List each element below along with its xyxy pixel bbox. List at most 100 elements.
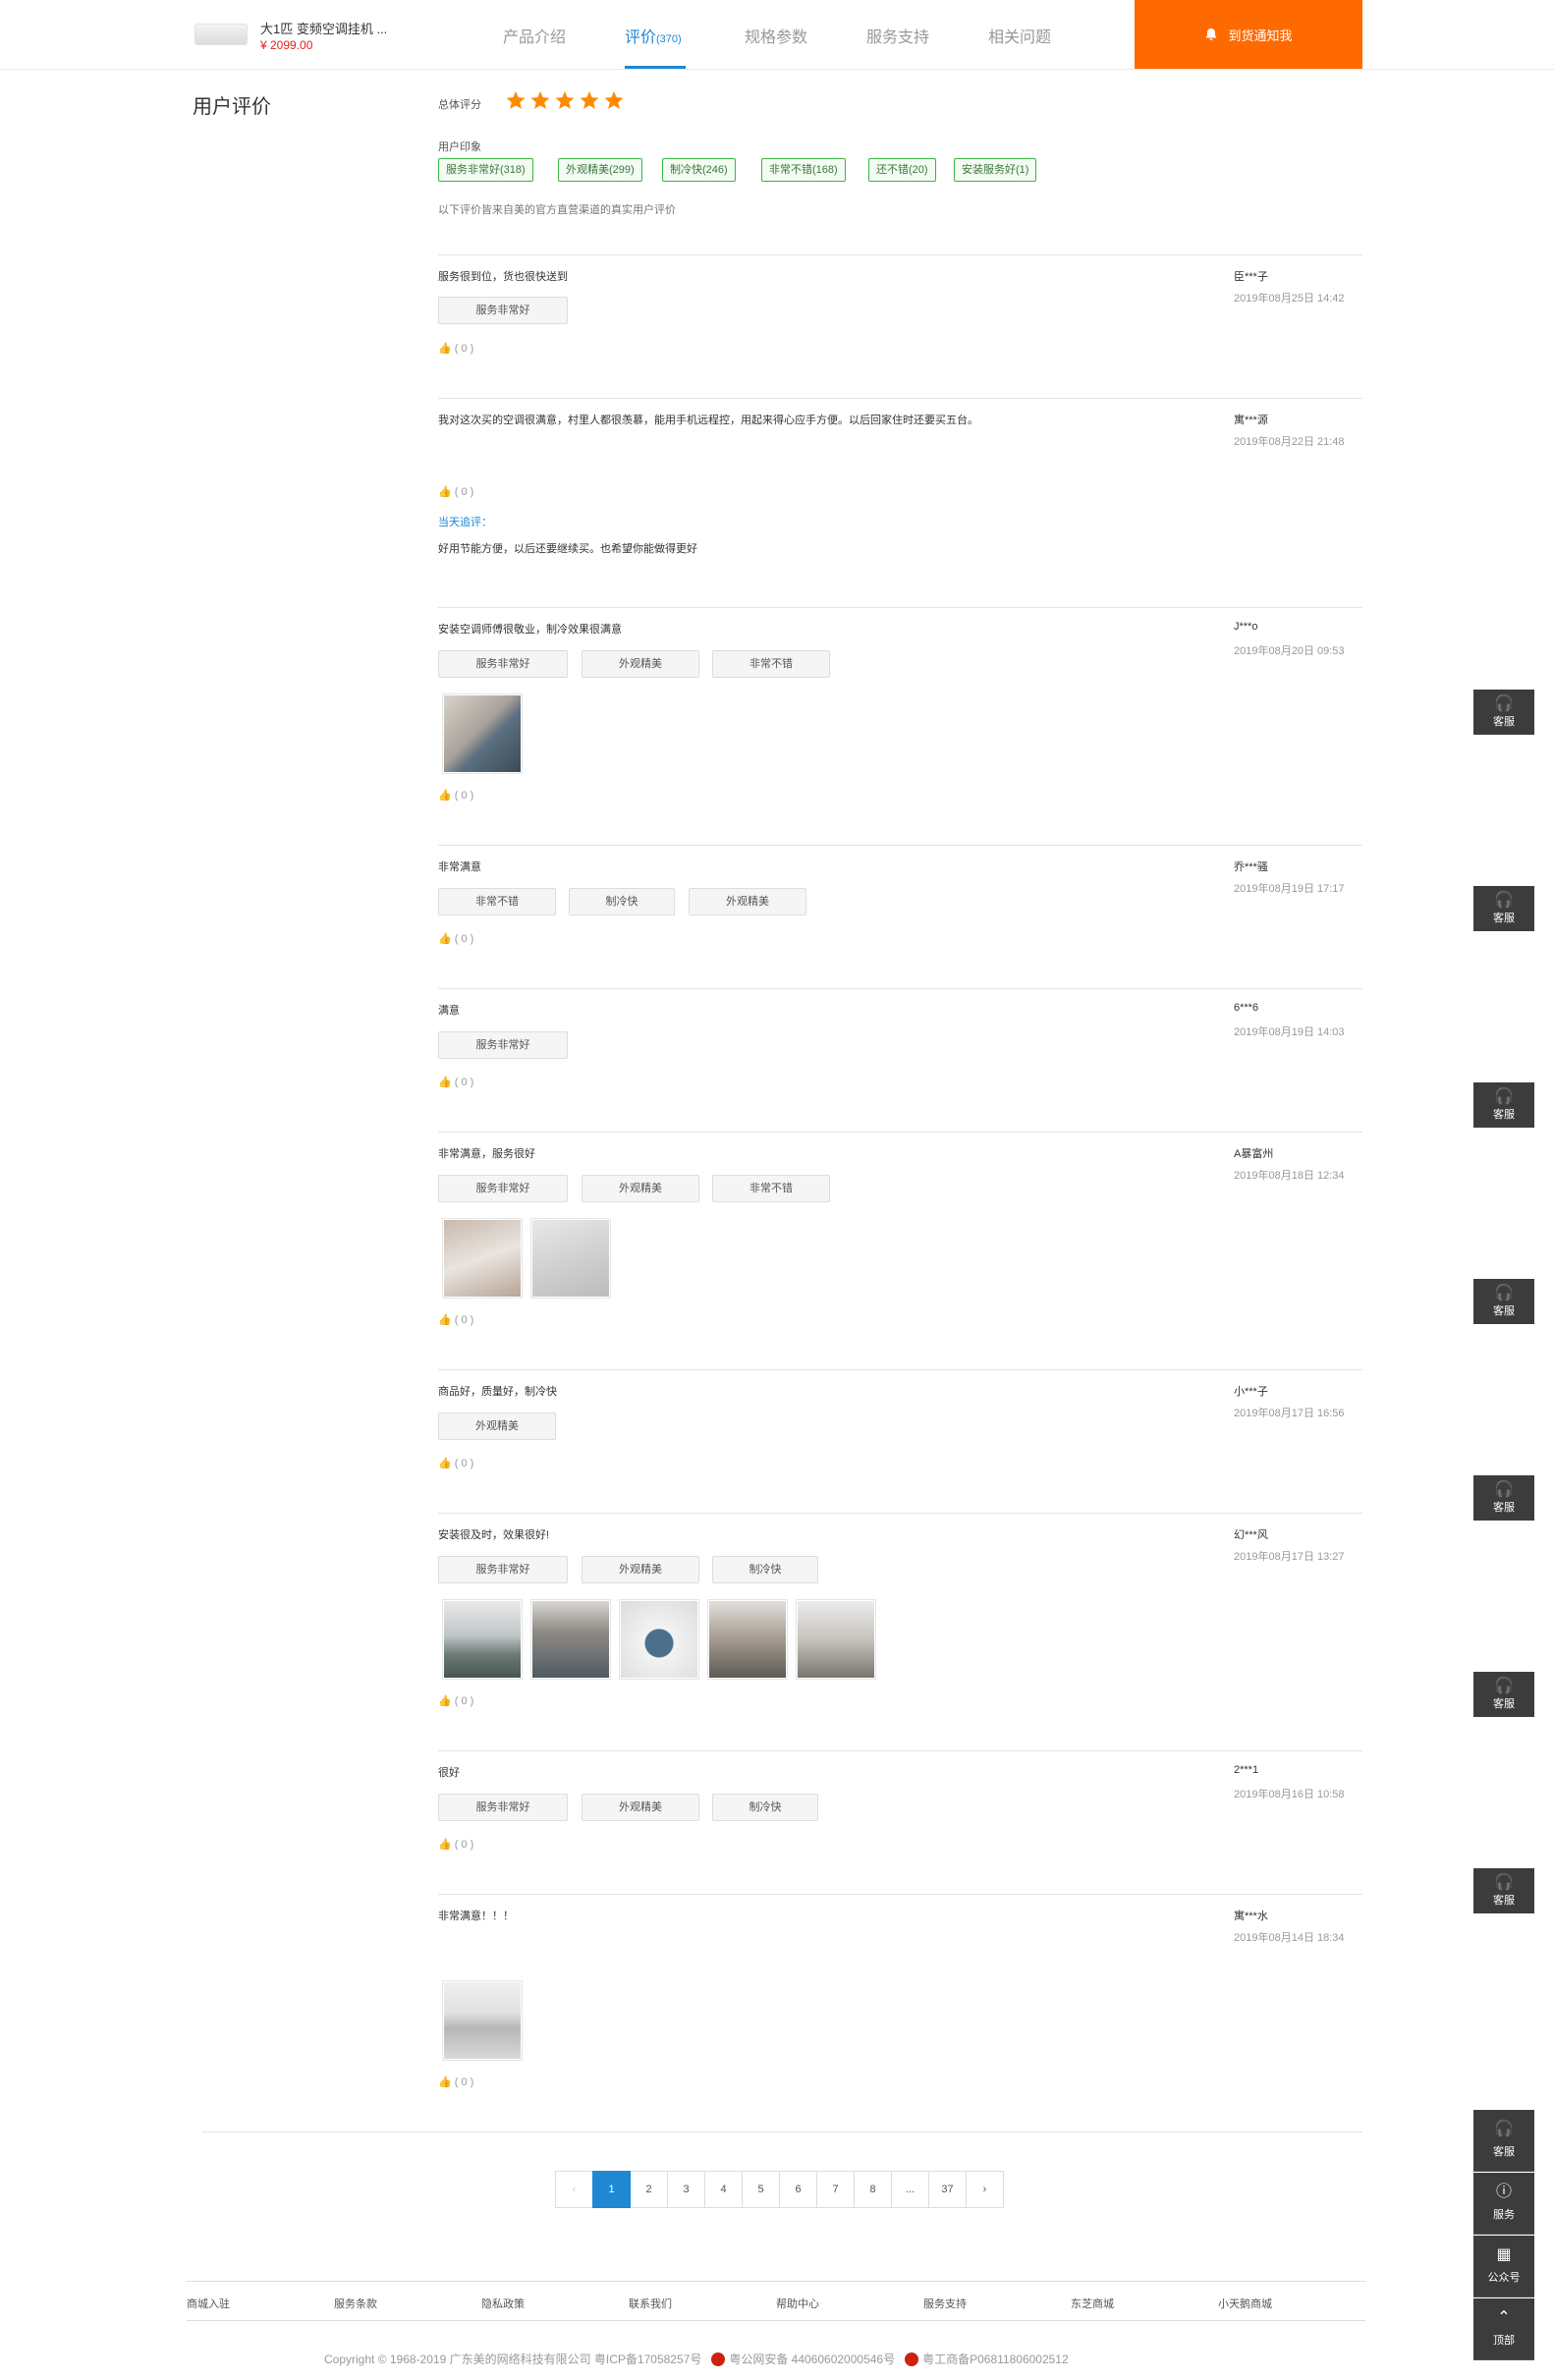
page-2-button[interactable]: 2 bbox=[630, 2171, 668, 2208]
review-text: 非常满意！！！ bbox=[438, 1910, 514, 1922]
prev-page-button[interactable]: ‹ bbox=[555, 2171, 593, 2208]
footer-link[interactable]: 隐私政策 bbox=[481, 2296, 525, 2311]
floating-kefu-button[interactable]: 🎧 客服 bbox=[1473, 690, 1534, 735]
impression-tag[interactable]: 安装服务好(1) bbox=[954, 158, 1037, 182]
overall-rating-label: 总体评分 bbox=[438, 99, 481, 111]
page-3-button[interactable]: 3 bbox=[667, 2171, 705, 2208]
review-tag: 服务非常好 bbox=[438, 1556, 568, 1583]
footer-divider bbox=[187, 2281, 1365, 2282]
tab-product-intro[interactable]: 产品介绍 bbox=[503, 24, 566, 47]
page-4-button[interactable]: 4 bbox=[704, 2171, 743, 2208]
review-photo[interactable] bbox=[442, 693, 523, 774]
next-page-button[interactable]: › bbox=[966, 2171, 1004, 2208]
side-service-button[interactable]: ⓘ 服务 bbox=[1473, 2173, 1534, 2235]
review-tag: 外观精美 bbox=[582, 1175, 699, 1202]
review-text: 安装空调师傅很敬业，制冷效果很满意 bbox=[438, 624, 622, 636]
review-photo[interactable] bbox=[442, 1599, 523, 1680]
review-photo[interactable] bbox=[530, 1218, 611, 1299]
footer-link[interactable]: 商城入驻 bbox=[187, 2296, 230, 2311]
like-button[interactable]: 👍 ( 0 ) bbox=[438, 932, 473, 945]
impression-tag[interactable]: 制冷快(246) bbox=[662, 158, 736, 182]
headset-icon: 🎧 bbox=[1494, 1481, 1514, 1498]
floating-kefu-button[interactable]: 🎧 客服 bbox=[1473, 1279, 1534, 1324]
chevron-right-icon: › bbox=[982, 2184, 987, 2195]
headset-icon: 🎧 bbox=[1494, 1285, 1514, 1301]
like-count: ( 0 ) bbox=[454, 1077, 474, 1088]
like-button[interactable]: 👍 ( 0 ) bbox=[438, 1838, 473, 1851]
like-button[interactable]: 👍 ( 0 ) bbox=[438, 1694, 473, 1707]
back-to-top-button[interactable]: ⌃ 顶部 bbox=[1473, 2298, 1534, 2360]
floating-kefu-button[interactable]: 🎧 客服 bbox=[1473, 1475, 1534, 1521]
page-7-button[interactable]: 7 bbox=[816, 2171, 855, 2208]
bell-icon bbox=[1205, 28, 1217, 40]
business-record[interactable]: 粤工商备P06811806002512 bbox=[922, 2352, 1069, 2366]
like-button[interactable]: 👍 ( 0 ) bbox=[438, 789, 473, 802]
review-photo[interactable] bbox=[442, 1218, 523, 1299]
side-label: 服务 bbox=[1493, 2209, 1515, 2221]
police-badge-icon bbox=[711, 2352, 726, 2366]
review-photo[interactable] bbox=[530, 1599, 611, 1680]
floating-kefu-button[interactable]: 🎧 客服 bbox=[1473, 1868, 1534, 1913]
thumbs-up-icon: 👍 bbox=[438, 1695, 452, 1707]
divider bbox=[438, 398, 1362, 399]
tab-specs[interactable]: 规格参数 bbox=[745, 24, 807, 47]
product-name[interactable]: 大1匹 变频空调挂机 ... bbox=[260, 19, 387, 37]
like-button[interactable]: 👍 ( 0 ) bbox=[438, 485, 473, 498]
page-6-button[interactable]: 6 bbox=[779, 2171, 817, 2208]
review-time: 2019年08月14日 18:34 bbox=[1234, 1932, 1345, 1944]
impression-tag[interactable]: 非常不错(168) bbox=[761, 158, 846, 182]
footer-link[interactable]: 服务条款 bbox=[334, 2296, 377, 2311]
tab-related-questions[interactable]: 相关问题 bbox=[988, 24, 1051, 47]
review-tag: 服务非常好 bbox=[438, 650, 568, 678]
notify-when-available-button[interactable]: 到货通知我 bbox=[1135, 0, 1362, 69]
tab-service-support[interactable]: 服务支持 bbox=[866, 24, 929, 47]
like-button[interactable]: 👍 ( 0 ) bbox=[438, 1076, 473, 1088]
footer-link[interactable]: 东芝商城 bbox=[1071, 2296, 1114, 2311]
tab-label: 服务支持 bbox=[866, 29, 930, 46]
floating-kefu-button[interactable]: 🎧 客服 bbox=[1473, 886, 1534, 931]
side-wechat-button[interactable]: ▦ 公众号 bbox=[1473, 2236, 1534, 2297]
police-record[interactable]: 粤公网安备 44060602000546号 bbox=[729, 2352, 895, 2366]
review-username: 6***6 bbox=[1234, 1002, 1259, 1014]
like-button[interactable]: 👍 ( 0 ) bbox=[438, 2076, 473, 2088]
page-5-button[interactable]: 5 bbox=[742, 2171, 780, 2208]
footer-link[interactable]: 帮助中心 bbox=[776, 2296, 819, 2311]
review-text: 满意 bbox=[438, 1005, 460, 1017]
kefu-label: 客服 bbox=[1493, 1698, 1515, 1710]
copyright: Copyright © 1968-2019 广东美的网络科技有限公司 粤ICP备… bbox=[324, 2351, 1069, 2367]
like-button[interactable]: 👍 ( 0 ) bbox=[438, 1313, 473, 1326]
review-photo[interactable] bbox=[707, 1599, 788, 1680]
headset-icon: 🎧 bbox=[1494, 892, 1514, 909]
tab-reviews[interactable]: 评价(370) bbox=[625, 24, 682, 47]
floating-kefu-button[interactable]: 🎧 客服 bbox=[1473, 1672, 1534, 1717]
footer-link[interactable]: 小天鹅商城 bbox=[1218, 2296, 1272, 2311]
chevron-up-icon: ⌃ bbox=[1497, 2309, 1511, 2326]
page-1-button[interactable]: 1 bbox=[592, 2171, 631, 2208]
footer-link[interactable]: 服务支持 bbox=[923, 2296, 967, 2311]
like-button[interactable]: 👍 ( 0 ) bbox=[438, 1457, 473, 1469]
review-photo[interactable] bbox=[442, 1980, 523, 2061]
page-8-button[interactable]: 8 bbox=[854, 2171, 892, 2208]
thumbs-up-icon: 👍 bbox=[438, 1314, 452, 1326]
floating-kefu-button[interactable]: 🎧 客服 bbox=[1473, 1082, 1534, 1128]
side-kefu-button[interactable]: 🎧 客服 bbox=[1473, 2110, 1534, 2172]
like-count: ( 0 ) bbox=[454, 790, 474, 802]
like-button[interactable]: 👍 ( 0 ) bbox=[438, 342, 473, 355]
review-text: 服务很到位，货也很快送到 bbox=[438, 271, 568, 283]
review-photo[interactable] bbox=[619, 1599, 699, 1680]
review-username: 小***子 bbox=[1234, 1386, 1268, 1398]
pagination: ‹ 1 2 3 4 5 6 7 8 ... 37 › bbox=[555, 2171, 1004, 2208]
side-label: 顶部 bbox=[1493, 2335, 1515, 2347]
impression-tag[interactable]: 外观精美(299) bbox=[558, 158, 642, 182]
divider bbox=[438, 988, 1362, 989]
review-photo[interactable] bbox=[796, 1599, 876, 1680]
page-ellipsis: ... bbox=[891, 2171, 929, 2208]
review-text: 安装很及时，效果很好! bbox=[438, 1529, 550, 1541]
footer-link[interactable]: 联系我们 bbox=[629, 2296, 672, 2311]
product-thumbnail[interactable] bbox=[194, 24, 248, 45]
review-text: 非常满意 bbox=[438, 861, 481, 873]
impression-tag[interactable]: 还不错(20) bbox=[868, 158, 936, 182]
page-37-button[interactable]: 37 bbox=[928, 2171, 967, 2208]
review-tag: 服务非常好 bbox=[438, 1175, 568, 1202]
impression-tag[interactable]: 服务非常好(318) bbox=[438, 158, 533, 182]
